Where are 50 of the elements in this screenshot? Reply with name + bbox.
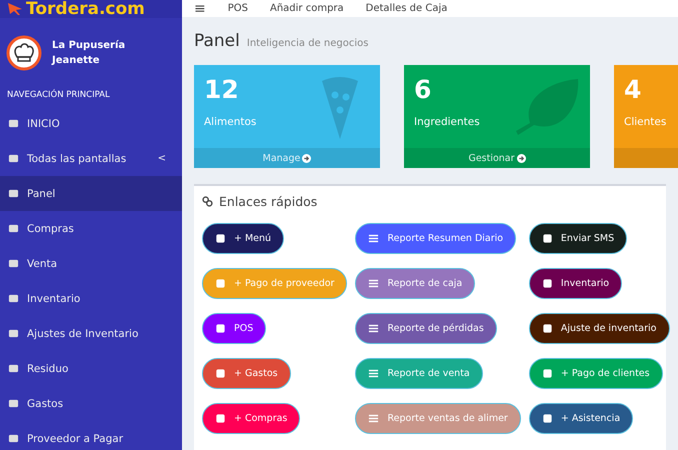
stat-label: Alimentos (204, 116, 258, 128)
list-icon (368, 323, 380, 334)
pizza-slice-icon (320, 77, 360, 141)
quick-link-button[interactable]: + Menú (202, 223, 284, 254)
quick-link-button[interactable]: Reporte de caja (355, 268, 476, 299)
sidebar-item[interactable]: Todas las pantallas < (0, 141, 182, 176)
quick-link-button[interactable]: POS (202, 313, 266, 344)
quick-link-button[interactable]: + Compras (202, 403, 300, 434)
section-title: Enlaces rápidos (219, 194, 318, 209)
quick-link-button[interactable]: Inventario (528, 268, 622, 299)
quick-link-button[interactable]: Reporte Resumen Diario (355, 223, 516, 254)
sidebar-header: NAVEGACIÓN PRINCIPAL (6, 88, 111, 102)
list-icon (368, 368, 380, 379)
stat-value: 6 (414, 75, 432, 104)
sidebar-item[interactable]: Residuo (0, 351, 182, 386)
top-nav-link[interactable]: Añadir compra (270, 3, 344, 14)
list-icon (368, 233, 380, 244)
top-nav-link[interactable]: Detalles de Caja (366, 3, 448, 14)
list-icon (368, 278, 380, 289)
sidebar-item[interactable]: INICIO (0, 106, 182, 141)
user-name: Jeanette (52, 55, 100, 66)
top-nav-link[interactable]: POS (228, 3, 248, 14)
sidebar-item[interactable]: Proveedor a Pagar (0, 421, 182, 450)
logo-text[interactable]: Tordera.com (0, 0, 182, 18)
user-name: La Pupusería (52, 40, 126, 51)
quick-link-button[interactable]: Reporte de pérdidas (355, 313, 497, 344)
arrow-circle-icon (302, 154, 312, 162)
sidebar-item[interactable]: Ajustes de Inventario (0, 316, 182, 351)
sidebar-item[interactable]: Panel (0, 176, 182, 211)
chef-hat-avatar-icon (6, 35, 42, 71)
page-title: Panel (194, 31, 240, 51)
arrow-circle-icon (516, 154, 526, 162)
list-icon (368, 413, 380, 424)
quick-link-button[interactable]: Enviar SMS (528, 223, 628, 254)
menu-icon[interactable]: ≡ (194, 0, 206, 16)
sidebar-item[interactable]: Gastos (0, 386, 182, 421)
stat-label: Clientes (624, 116, 668, 128)
quick-link-button[interactable]: + Asistencia (528, 403, 634, 434)
cursor-icon (8, 3, 22, 15)
link-icon (202, 196, 213, 207)
sidebar-item[interactable]: Compras (0, 211, 182, 246)
stat-value: 4 (624, 75, 642, 104)
stat-value: 12 (204, 75, 240, 104)
sidebar-item[interactable]: Venta (0, 246, 182, 281)
sidebar-item[interactable]: Inventario (0, 281, 182, 316)
quick-link-button[interactable]: Ajuste de inventario (528, 313, 670, 344)
caret-icon: < (158, 153, 174, 164)
stat-label: Ingredientes (414, 116, 481, 128)
quick-link-button[interactable]: + Gastos (202, 358, 291, 389)
page-subtitle: Inteligencia de negocios (246, 38, 368, 49)
